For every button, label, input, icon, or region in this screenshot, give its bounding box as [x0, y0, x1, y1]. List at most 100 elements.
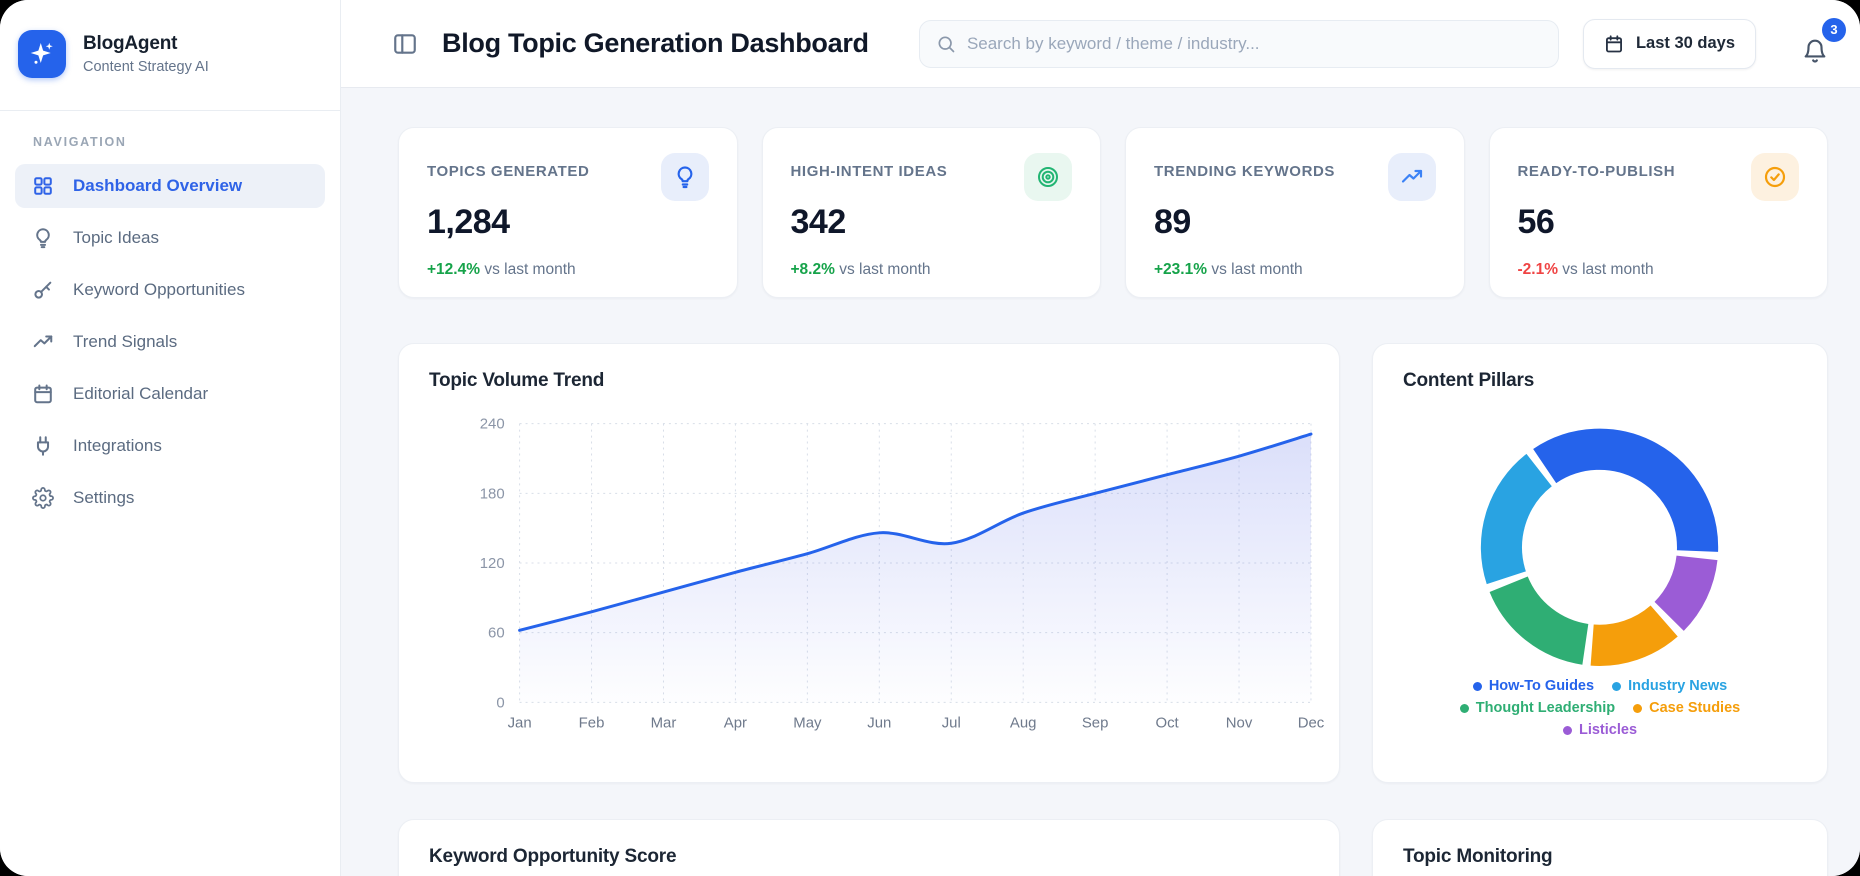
- page-title: Blog Topic Generation Dashboard: [442, 28, 869, 58]
- topic-volume-trend-chart: 0 60 120 180 240 Jan Feb Mar Apr May Jun Jul Aug Sep O…: [480, 416, 1325, 732]
- sidebar-item-label: Trend Signals: [73, 332, 178, 351]
- stat-card-top: HIGH-INTENT IDEAS: [790, 153, 1072, 201]
- svg-text:Feb: Feb: [579, 714, 605, 731]
- legend-dot: [1459, 703, 1469, 713]
- dashboard-content: TOPICS GENERATED 1,284 +12.4% vs last mo…: [341, 88, 1860, 876]
- svg-text:Jan: Jan: [508, 714, 532, 731]
- date-range-button[interactable]: Last 30 days: [1582, 18, 1756, 69]
- svg-text:Jul: Jul: [942, 714, 961, 731]
- svg-text:120: 120: [480, 555, 505, 572]
- svg-text:0: 0: [496, 694, 504, 711]
- bell-icon: [1802, 38, 1828, 64]
- svg-text:Mar: Mar: [651, 714, 677, 731]
- legend-item-industry-news[interactable]: Industry News: [1612, 676, 1727, 696]
- stat-delta: +23.1% vs last month: [1154, 261, 1436, 279]
- search-icon: [936, 34, 956, 54]
- stat-delta-suffix: vs last month: [1207, 261, 1303, 278]
- notification-badge: 3: [1822, 17, 1846, 42]
- topic-monitoring-card: Topic Monitoring: [1372, 819, 1828, 876]
- legend-item-thought-leadership[interactable]: Thought Leadership: [1459, 698, 1616, 718]
- app-window: BlogAgent Content Strategy AI NAVIGATION…: [0, 0, 1860, 876]
- topic-monitoring-title: Topic Monitoring: [1403, 846, 1553, 867]
- svg-text:Nov: Nov: [1226, 714, 1253, 731]
- keyword-opportunity-score-card: Keyword Opportunity Score: [398, 819, 1340, 876]
- stat-delta: -2.1% vs last month: [1518, 261, 1800, 279]
- stat-value: 1,284: [427, 203, 510, 241]
- stat-card-topics-generated: TOPICS GENERATED 1,284 +12.4% vs last mo…: [398, 127, 738, 298]
- calendar-icon: [1604, 34, 1624, 54]
- stat-delta-suffix: vs last month: [480, 261, 576, 278]
- stat-value: 342: [790, 203, 847, 241]
- calendar-icon: [32, 383, 54, 405]
- main-area: Blog Topic Generation Dashboard Last 30 …: [341, 0, 1860, 876]
- key-icon: [32, 279, 54, 301]
- sidebar-item-label: Topic Ideas: [73, 228, 159, 247]
- legend-dot: [1562, 725, 1572, 735]
- trending-up-icon: [32, 331, 54, 353]
- keyword-opportunity-score-title: Keyword Opportunity Score: [429, 846, 677, 867]
- check-circle-icon: [1751, 153, 1799, 201]
- stat-delta-value: -2.1%: [1517, 261, 1559, 278]
- stat-card-trending-keywords: TRENDING KEYWORDS 89 +23.1% vs last mont…: [1125, 127, 1465, 298]
- legend-item-how-to-guides[interactable]: How-To Guides: [1472, 676, 1594, 696]
- svg-text:Jun: Jun: [867, 714, 891, 731]
- sidebar-item-label: Editorial Calendar: [73, 384, 209, 403]
- stat-label: TOPICS GENERATED: [427, 163, 590, 180]
- svg-text:Apr: Apr: [724, 714, 747, 731]
- sidebar-item-label: Settings: [73, 488, 135, 507]
- notifications-button[interactable]: 3: [1802, 17, 1846, 64]
- date-range-label: Last 30 days: [1635, 34, 1735, 52]
- svg-text:240: 240: [480, 416, 505, 433]
- search-input[interactable]: [966, 33, 1542, 54]
- sidebar-item-keyword-opportunities[interactable]: Keyword Opportunities: [15, 268, 325, 312]
- svg-text:180: 180: [480, 485, 505, 502]
- legend-label: Thought Leadership: [1475, 700, 1616, 716]
- svg-text:60: 60: [488, 625, 505, 642]
- svg-text:Aug: Aug: [1010, 714, 1037, 731]
- sidebar-item-trend-signals[interactable]: Trend Signals: [15, 320, 325, 364]
- legend-label: Listicles: [1578, 722, 1638, 738]
- gear-icon: [32, 487, 54, 509]
- topic-volume-trend-title: Topic Volume Trend: [429, 370, 605, 391]
- legend-dot: [1472, 681, 1482, 691]
- trending-up-icon: [1387, 153, 1436, 201]
- stat-card-row: TOPICS GENERATED 1,284 +12.4% vs last mo…: [398, 127, 1828, 298]
- sidebar-item-topic-ideas[interactable]: Topic Ideas: [15, 216, 325, 260]
- sidebar-item-label: Keyword Opportunities: [73, 280, 245, 299]
- stat-delta-value: +8.2%: [790, 261, 835, 278]
- stat-card-ready-to-publish: READY-TO-PUBLISH 56 -2.1% vs last month: [1488, 127, 1828, 298]
- sidebar-item-integrations[interactable]: Integrations: [15, 424, 325, 468]
- svg-text:Sep: Sep: [1082, 714, 1109, 731]
- svg-text:May: May: [793, 714, 822, 731]
- topic-volume-trend-card: Topic Volume Trend 0 60 120 180 240 Jan Feb Mar…: [398, 343, 1340, 783]
- plug-icon: [32, 435, 54, 457]
- logo: BlogAgent Content Strategy AI: [0, 0, 340, 110]
- lightbulb-icon: [660, 153, 709, 201]
- stat-card-top: TRENDING KEYWORDS: [1154, 153, 1436, 201]
- lightbulb-icon: [32, 227, 54, 249]
- sidebar: BlogAgent Content Strategy AI NAVIGATION…: [0, 0, 341, 876]
- legend-dot: [1633, 703, 1643, 713]
- legend-label: Case Studies: [1649, 700, 1741, 716]
- legend-item-case-studies[interactable]: Case Studies: [1633, 698, 1740, 718]
- app-tagline: Content Strategy AI: [83, 59, 209, 75]
- sparkles-icon: [18, 30, 66, 78]
- app-name: BlogAgent: [83, 33, 178, 54]
- legend-label: Industry News: [1628, 678, 1728, 694]
- legend-item-listicles[interactable]: Listicles: [1562, 720, 1638, 740]
- grid-icon: [32, 175, 54, 197]
- legend-dot: [1612, 681, 1622, 691]
- sidebar-item-dashboard-overview[interactable]: Dashboard Overview: [15, 164, 325, 208]
- stat-label: TRENDING KEYWORDS: [1154, 163, 1336, 180]
- panel-left-icon[interactable]: [392, 31, 418, 57]
- stat-label: HIGH-INTENT IDEAS: [790, 163, 948, 180]
- stat-card-top: TOPICS GENERATED: [427, 153, 709, 201]
- sidebar-item-settings[interactable]: Settings: [15, 476, 325, 520]
- stat-card-top: READY-TO-PUBLISH: [1518, 153, 1799, 201]
- content-pillars-legend: How-To Guides Industry News Thought Leader…: [1373, 676, 1827, 740]
- charts-row: Topic Volume Trend 0 60 120 180 240 Jan Feb Mar…: [398, 343, 1828, 783]
- stat-delta: +8.2% vs last month: [791, 261, 1073, 279]
- stat-delta: +12.4% vs last month: [427, 261, 709, 279]
- svg-text:Dec: Dec: [1298, 714, 1325, 731]
- sidebar-item-editorial-calendar[interactable]: Editorial Calendar: [15, 372, 325, 416]
